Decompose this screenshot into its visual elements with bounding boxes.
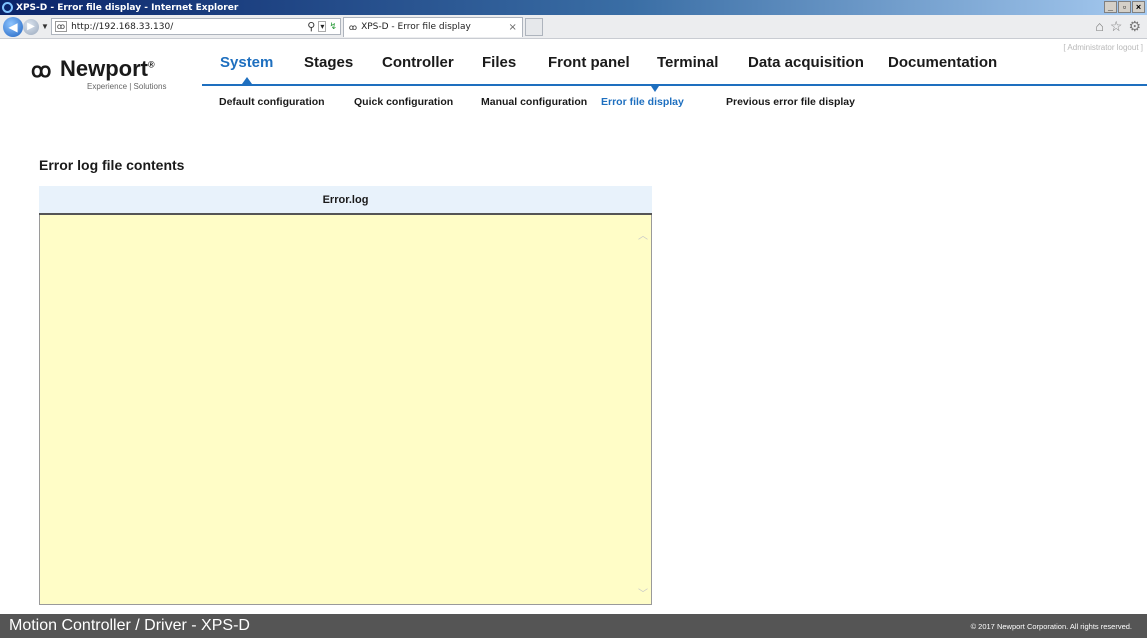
tab-favicon-icon: ꝏ bbox=[348, 22, 358, 32]
window-title: XPS-D - Error file display - Internet Ex… bbox=[16, 2, 239, 13]
registered-mark: ® bbox=[148, 59, 155, 70]
error-log-textarea[interactable]: ︿ ﹀ bbox=[39, 215, 652, 605]
active-nav-indicator-icon bbox=[242, 77, 252, 84]
back-button[interactable]: ◀ bbox=[3, 16, 23, 37]
error-log-header: Error.log bbox=[39, 186, 652, 215]
browser-icons: ⌂ ☆ ⚙ bbox=[1095, 18, 1141, 35]
history-dropdown-icon[interactable]: ▼ bbox=[41, 22, 49, 31]
url-text[interactable]: http://192.168.33.130/ bbox=[71, 22, 307, 32]
newport-logo-mark-icon: ꝏ bbox=[31, 60, 51, 82]
address-bar[interactable]: ꝏ http://192.168.33.130/ ⚲ ▾ ↯ bbox=[50, 18, 341, 35]
page-footer: Motion Controller / Driver - XPS-D © 201… bbox=[0, 614, 1147, 638]
footer-product-name: Motion Controller / Driver - XPS-D bbox=[9, 617, 250, 634]
page-title: Error log file contents bbox=[39, 157, 185, 173]
minimize-button[interactable]: _ bbox=[1104, 1, 1117, 13]
active-subnav-indicator-icon bbox=[651, 86, 659, 92]
main-nav-documentation[interactable]: Documentation bbox=[888, 54, 997, 71]
main-nav-files[interactable]: Files bbox=[482, 54, 516, 71]
sub-nav-quick-configuration[interactable]: Quick configuration bbox=[354, 96, 453, 108]
sub-nav-previous-error-file-display[interactable]: Previous error file display bbox=[726, 96, 855, 108]
sub-nav-manual-configuration[interactable]: Manual configuration bbox=[481, 96, 587, 108]
footer-copyright: © 2017 Newport Corporation. All rights r… bbox=[970, 621, 1132, 631]
scroll-up-icon[interactable]: ︿ bbox=[638, 227, 648, 242]
compatibility-icon[interactable]: ↯ bbox=[329, 22, 337, 32]
newport-logo: ꝏ Newport® Experience | Solutions bbox=[31, 55, 191, 95]
sub-nav-error-file-display[interactable]: Error file display bbox=[601, 96, 684, 108]
main-nav-stages[interactable]: Stages bbox=[304, 54, 353, 71]
window-titlebar: XPS-D - Error file display - Internet Ex… bbox=[0, 0, 1147, 15]
tab-title: XPS-D - Error file display bbox=[361, 22, 471, 32]
internet-explorer-icon bbox=[2, 2, 13, 13]
admin-logout-link[interactable]: [ Administrator logout ] bbox=[1063, 43, 1143, 52]
main-nav-controller[interactable]: Controller bbox=[382, 54, 454, 71]
browser-toolbar: ◀ ▶ ▼ ꝏ http://192.168.33.130/ ⚲ ▾ ↯ ꝏ X… bbox=[0, 15, 1147, 39]
site-favicon-icon: ꝏ bbox=[54, 21, 68, 32]
main-nav-front-panel[interactable]: Front panel bbox=[548, 54, 630, 71]
error-log-panel: Error.log ︿ ﹀ bbox=[39, 186, 652, 605]
brand-name: Newport® bbox=[60, 56, 155, 82]
tab-close-icon[interactable]: × bbox=[509, 22, 517, 33]
sub-nav-default-configuration[interactable]: Default configuration bbox=[219, 96, 325, 108]
close-window-button[interactable]: × bbox=[1132, 1, 1145, 13]
scroll-down-icon[interactable]: ﹀ bbox=[638, 585, 648, 600]
main-nav-system[interactable]: System bbox=[220, 54, 273, 71]
forward-button[interactable]: ▶ bbox=[23, 18, 39, 35]
maximize-button[interactable]: ▫ bbox=[1118, 1, 1131, 13]
brand-text: Newport bbox=[60, 56, 148, 81]
home-icon[interactable]: ⌂ bbox=[1095, 18, 1103, 35]
new-tab-button[interactable] bbox=[524, 17, 543, 36]
favorites-star-icon[interactable]: ☆ bbox=[1110, 18, 1123, 35]
settings-gear-icon[interactable]: ⚙ bbox=[1128, 18, 1141, 35]
window-controls: _ ▫ × bbox=[1104, 1, 1145, 13]
main-nav-data-acquisition[interactable]: Data acquisition bbox=[748, 54, 864, 71]
nav-divider bbox=[202, 84, 1147, 86]
address-dropdown-icon[interactable]: ▾ bbox=[318, 21, 327, 32]
browser-tab[interactable]: ꝏ XPS-D - Error file display × bbox=[342, 16, 523, 37]
search-icon[interactable]: ⚲ bbox=[307, 20, 315, 33]
main-nav-terminal[interactable]: Terminal bbox=[657, 54, 718, 71]
brand-tagline: Experience | Solutions bbox=[87, 82, 167, 91]
